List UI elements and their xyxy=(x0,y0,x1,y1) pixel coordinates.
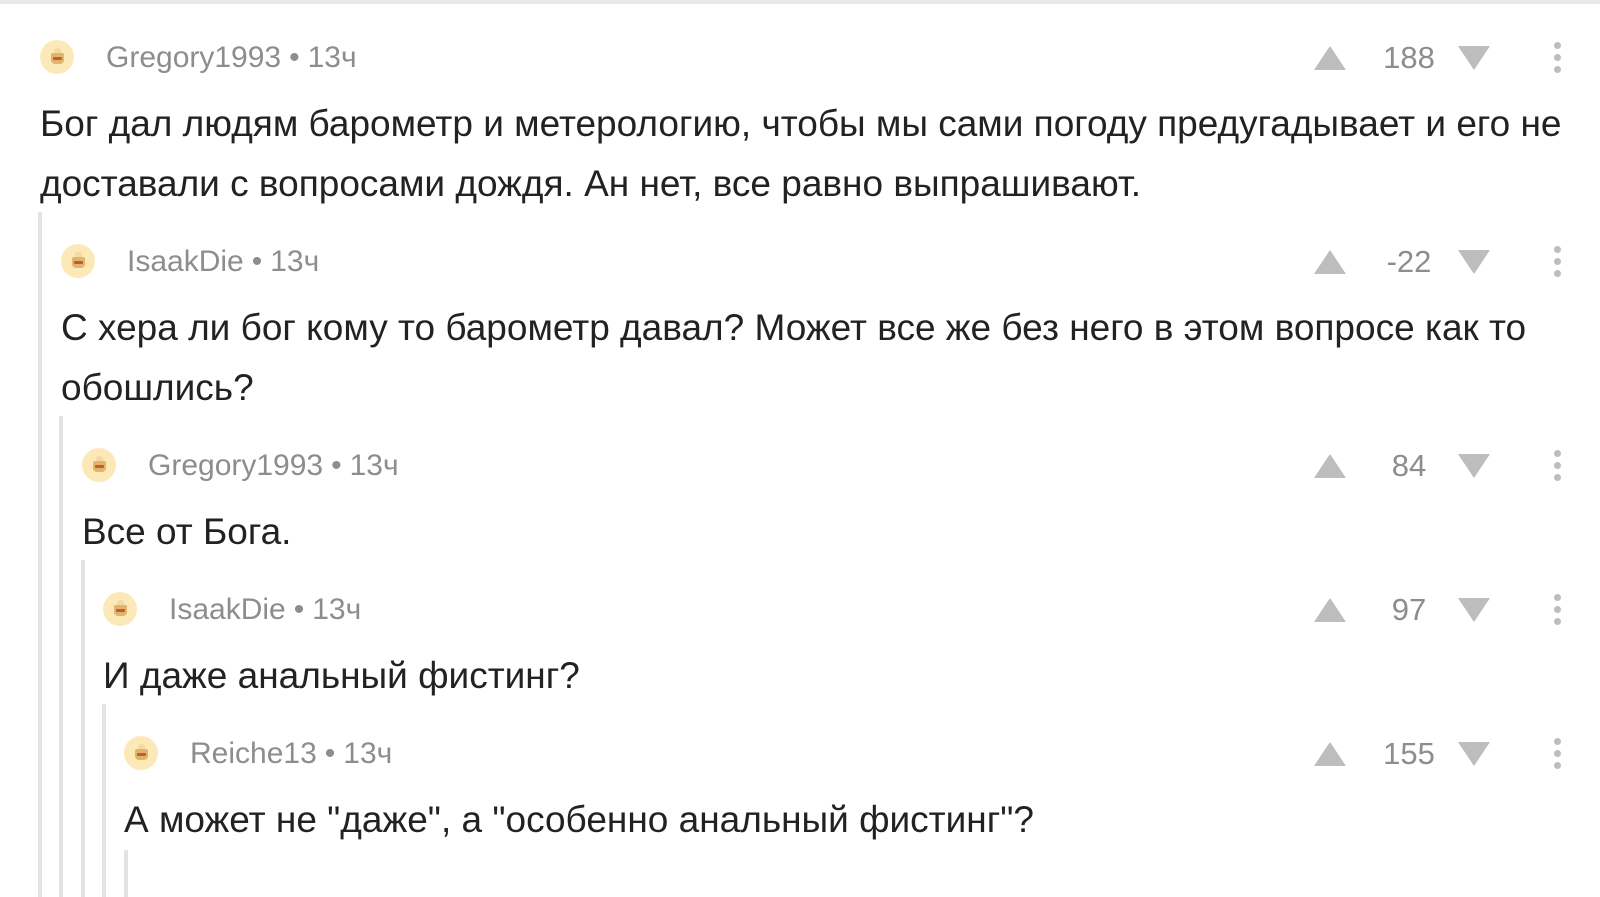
comment-thread: Gregory1993 • 13ч 188 Бог дал людям бароме… xyxy=(0,0,1600,897)
comment: Reiche13 • 13ч 155 А может не "даже", а "о… xyxy=(124,736,1570,850)
comment-text: С хера ли бог кому то барометр давал? Мо… xyxy=(61,307,1527,408)
upvote-arrow-icon[interactable] xyxy=(1314,46,1346,70)
comment-meta: Reiche13 • 13ч xyxy=(190,736,392,772)
comment-text: Бог дал людям барометр и метерологию, чт… xyxy=(40,103,1562,204)
upvote-arrow-icon[interactable] xyxy=(1314,598,1346,622)
avatar-cup-icon[interactable] xyxy=(103,592,137,626)
separator-dot: • xyxy=(289,41,300,74)
upvote-arrow-icon[interactable] xyxy=(1314,742,1346,766)
comment-header: IsaakDie • 13ч -22 xyxy=(61,244,1570,288)
comment-time: 13ч xyxy=(312,593,362,626)
comment: IsaakDie • 13ч 97 И даже анальный фистинг? xyxy=(103,592,1570,706)
downvote-arrow-icon[interactable] xyxy=(1458,454,1490,478)
avatar-cup-icon[interactable] xyxy=(40,40,74,74)
comment-score: 84 xyxy=(1391,448,1427,483)
separator-dot: • xyxy=(331,449,342,482)
avatar-cup-icon[interactable] xyxy=(61,244,95,278)
comment-time: 13ч xyxy=(270,245,320,278)
comment-header: Gregory1993 • 13ч 188 xyxy=(40,40,1570,84)
more-vertical-icon[interactable] xyxy=(1554,594,1562,626)
comment-header: Gregory1993 • 13ч 84 xyxy=(82,448,1570,492)
author-name[interactable]: Reiche13 xyxy=(190,737,317,770)
comment-text: А может не "даже", а "особенно анальный … xyxy=(124,799,1034,840)
avatar-cup-icon[interactable] xyxy=(82,448,116,482)
author-name[interactable]: IsaakDie xyxy=(169,593,286,626)
comment: Gregory1993 • 13ч 188 Бог дал людям бароме… xyxy=(40,40,1570,214)
thread-line xyxy=(81,560,85,897)
comment-header: Reiche13 • 13ч 155 xyxy=(124,736,1570,780)
comment: IsaakDie • 13ч -22 С хера ли бог кому то б… xyxy=(61,244,1570,418)
comment-score: 155 xyxy=(1383,736,1435,771)
separator-dot: • xyxy=(324,737,336,770)
downvote-arrow-icon[interactable] xyxy=(1458,46,1490,70)
author-name[interactable]: IsaakDie xyxy=(127,245,244,278)
comment-score: 188 xyxy=(1383,40,1435,75)
comment-time: 13ч xyxy=(307,41,357,74)
comment-text: Все от Бога. xyxy=(82,511,292,552)
more-vertical-icon[interactable] xyxy=(1554,450,1562,482)
downvote-arrow-icon[interactable] xyxy=(1458,250,1490,274)
avatar-cup-icon[interactable] xyxy=(124,736,158,770)
comment-time: 13ч xyxy=(349,449,399,482)
vote-controls: 155 xyxy=(1290,736,1570,772)
more-vertical-icon[interactable] xyxy=(1554,246,1562,278)
thread-line xyxy=(59,416,63,897)
comment-meta: IsaakDie • 13ч xyxy=(169,592,361,628)
upvote-arrow-icon[interactable] xyxy=(1314,454,1346,478)
vote-controls: -22 xyxy=(1290,244,1570,280)
downvote-arrow-icon[interactable] xyxy=(1458,742,1490,766)
author-name[interactable]: Gregory1993 xyxy=(106,41,281,74)
downvote-arrow-icon[interactable] xyxy=(1458,598,1490,622)
comment-meta: IsaakDie • 13ч xyxy=(127,244,319,280)
comment-meta: Gregory1993 • 13ч xyxy=(106,40,357,76)
thread-line xyxy=(102,704,106,897)
thread-line xyxy=(124,850,128,897)
separator-dot: • xyxy=(293,593,305,626)
comment: Gregory1993 • 13ч 84 Все от Бога. xyxy=(82,448,1570,562)
more-vertical-icon[interactable] xyxy=(1554,42,1562,74)
separator-dot: • xyxy=(251,245,263,278)
thread-line xyxy=(38,212,42,897)
upvote-arrow-icon[interactable] xyxy=(1314,250,1346,274)
more-vertical-icon[interactable] xyxy=(1554,738,1562,770)
comment-time: 13ч xyxy=(343,737,393,770)
comment-score: 97 xyxy=(1391,592,1427,627)
vote-controls: 188 xyxy=(1290,40,1570,76)
comment-meta: Gregory1993 • 13ч xyxy=(148,448,399,484)
vote-controls: 84 xyxy=(1290,448,1570,484)
author-name[interactable]: Gregory1993 xyxy=(148,449,323,482)
comment-header: IsaakDie • 13ч 97 xyxy=(103,592,1570,636)
comment-text: И даже анальный фистинг? xyxy=(103,655,580,696)
vote-controls: 97 xyxy=(1290,592,1570,628)
comment-score: -22 xyxy=(1386,244,1432,279)
